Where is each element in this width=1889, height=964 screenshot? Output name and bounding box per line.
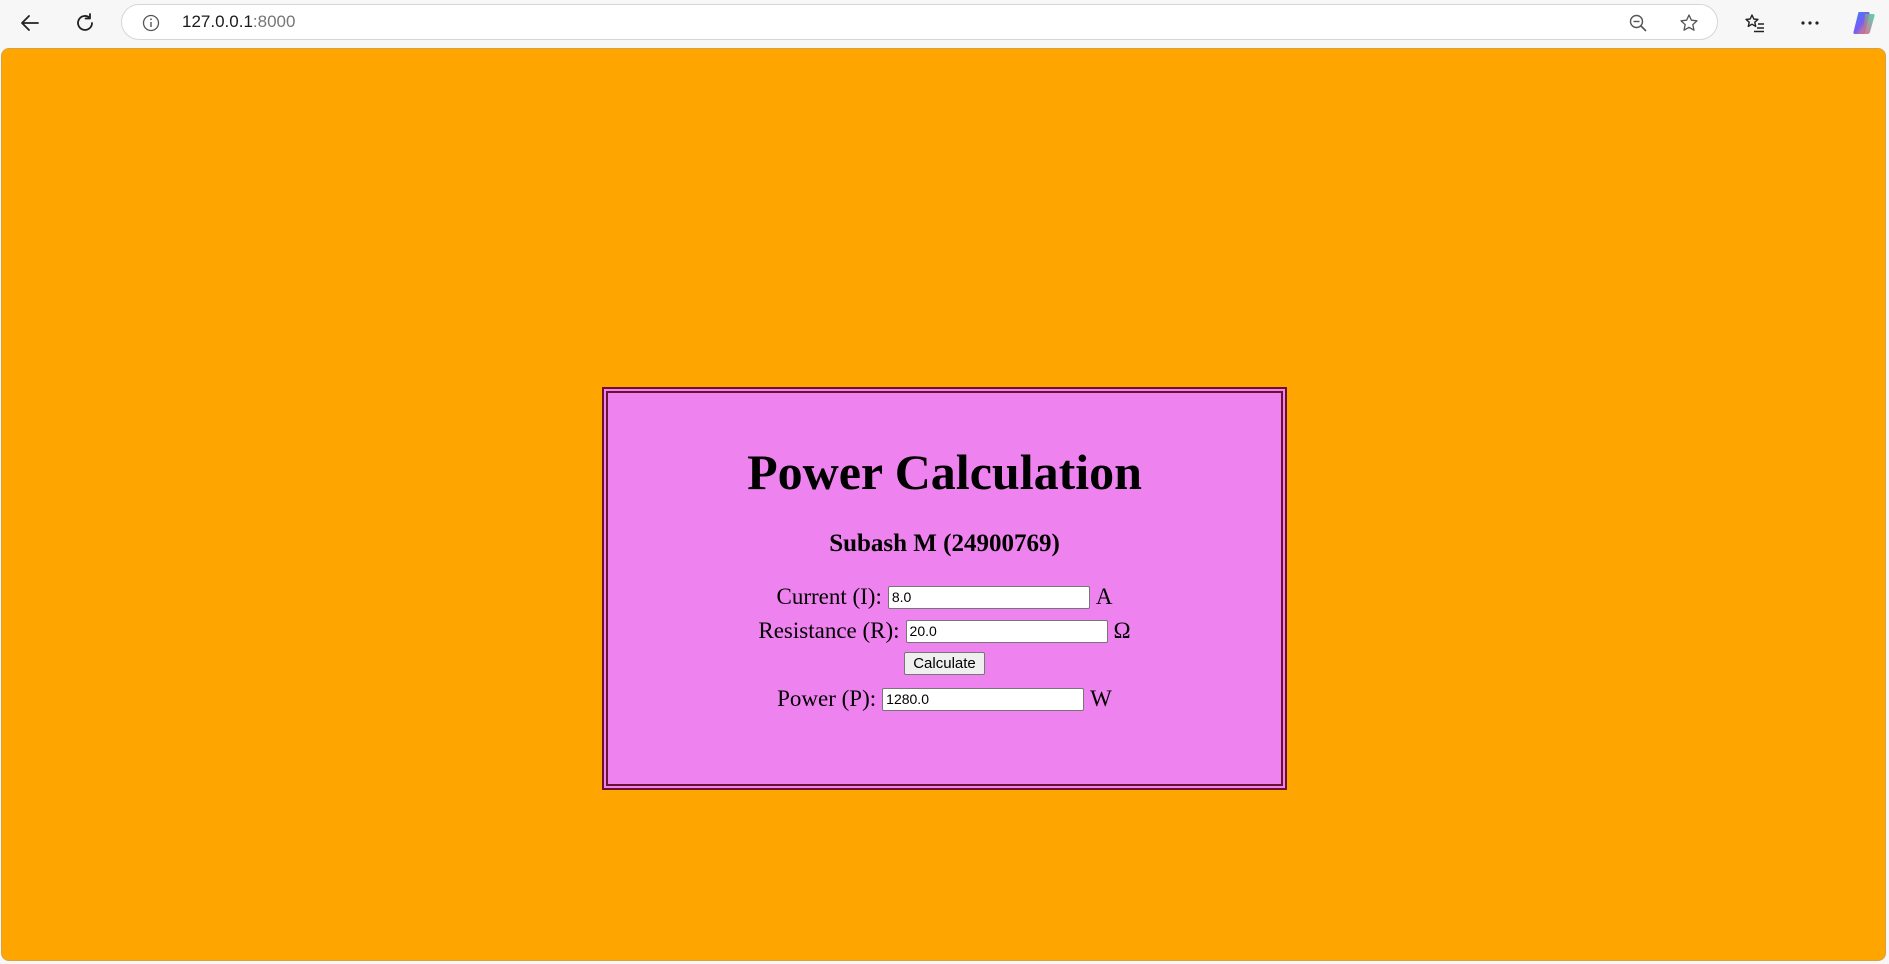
resistance-label: Resistance (R): [758,618,900,643]
favorites-list-icon [1745,14,1764,33]
resistance-input[interactable] [905,619,1108,643]
reload-icon [77,13,93,31]
zoom-out-icon[interactable] [1628,13,1648,33]
calculate-row: Calculate [608,652,1281,675]
more-options-button[interactable] [1793,6,1827,40]
address-bar[interactable]: 127.0.0.1:8000 [121,4,1718,40]
url-host: 127.0.0.1 [182,12,253,31]
current-input[interactable] [887,585,1090,609]
url-port: :8000 [252,12,296,31]
page-title: Power Calculation [747,444,1142,500]
back-arrow-icon [21,15,39,31]
current-unit: A [1095,584,1113,609]
reload-button[interactable] [68,6,102,40]
student-name: Subash M (24900769) [829,530,1060,557]
back-button[interactable] [13,6,47,40]
site-info-icon[interactable] [142,14,160,32]
favorites-button[interactable] [1738,6,1772,40]
copilot-button[interactable] [1847,6,1881,40]
resistance-row: Resistance (R): Ω [608,618,1281,644]
current-row: Current (I): A [608,584,1281,610]
url-text[interactable]: 127.0.0.1:8000 [182,5,295,39]
power-label: Power (P): [777,686,877,711]
current-label: Current (I): [776,584,882,609]
copilot-icon [1853,12,1875,34]
resistance-unit: Ω [1113,618,1131,643]
power-unit: W [1090,686,1112,711]
power-row: Power (P): W [608,686,1281,712]
power-calculator-card: Power Calculation Subash M (24900769) Cu… [602,387,1287,790]
calculate-button[interactable]: Calculate [904,652,985,675]
more-dots-icon [1801,21,1819,25]
browser-toolbar: 127.0.0.1:8000 [0,0,1889,46]
favorite-star-icon[interactable] [1679,13,1699,33]
page-viewport: Power Calculation Subash M (24900769) Cu… [1,48,1886,961]
power-output[interactable] [882,687,1085,711]
